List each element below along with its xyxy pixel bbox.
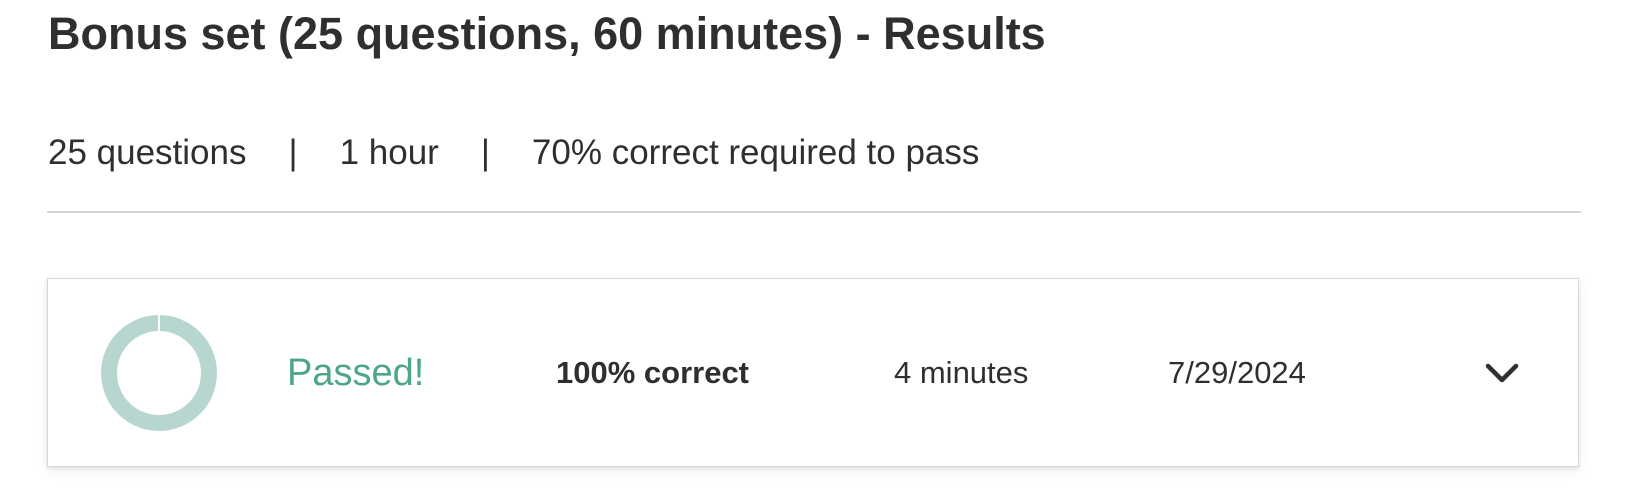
meta-separator: | — [288, 133, 298, 172]
chevron-down-icon — [1485, 363, 1519, 383]
quiz-meta: 25 questions | 1 hour | 70% correct requ… — [48, 128, 979, 178]
result-card[interactable]: Passed! 100% correct 4 minutes 7/29/2024 — [47, 278, 1579, 467]
expand-result-button[interactable] — [1480, 351, 1524, 395]
page-title: Bonus set (25 questions, 60 minutes) - R… — [48, 8, 1046, 59]
time-limit: 1 hour — [339, 133, 439, 172]
result-score: 100% correct — [556, 355, 750, 390]
result-date: 7/29/2024 — [1168, 355, 1306, 390]
score-donut-ring — [101, 315, 217, 431]
meta-separator: | — [480, 133, 490, 172]
question-count: 25 questions — [48, 133, 247, 172]
result-time-taken: 4 minutes — [894, 355, 1029, 390]
result-status: Passed! — [287, 352, 425, 394]
pass-requirement: 70% correct required to pass — [531, 133, 980, 172]
score-donut-chart — [101, 314, 217, 431]
divider — [47, 211, 1581, 213]
